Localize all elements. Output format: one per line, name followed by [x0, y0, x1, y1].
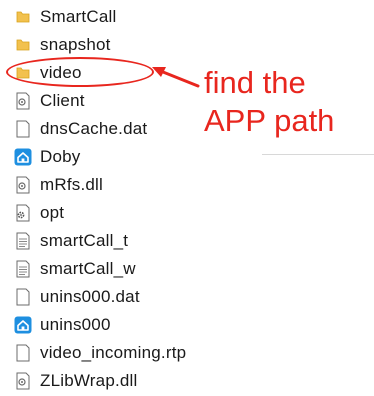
- annotation-line-2: APP path: [204, 103, 335, 138]
- folder-icon: [14, 8, 32, 26]
- file-row-smartcall-w[interactable]: smartCall_w: [14, 256, 136, 282]
- file-name: smartCall_t: [40, 231, 129, 250]
- gear-file-icon: [14, 204, 32, 222]
- file-row-smartcall[interactable]: SmartCall: [14, 4, 116, 30]
- blank-file-icon: [14, 344, 32, 362]
- annotation-text: find the APP path: [204, 64, 374, 140]
- file-name: Client: [40, 91, 85, 110]
- file-name: SmartCall: [40, 7, 117, 26]
- file-name: unins000: [40, 315, 111, 334]
- file-row-dnscache[interactable]: dnsCache.dat: [14, 116, 147, 142]
- settings-file-icon: [14, 372, 32, 390]
- settings-file-icon: [14, 92, 32, 110]
- app-house-icon: [14, 148, 32, 166]
- file-name: snapshot: [40, 35, 111, 54]
- file-row-zlibwrap[interactable]: ZLibWrap.dll: [14, 368, 138, 394]
- blank-file-icon: [14, 120, 32, 138]
- file-row-video[interactable]: video: [14, 60, 82, 86]
- file-row-unins000[interactable]: unins000: [14, 312, 111, 338]
- file-name: video: [40, 63, 82, 82]
- file-name: Doby: [40, 147, 81, 166]
- annotation-line-1: find the: [204, 65, 306, 100]
- file-row-video-incoming[interactable]: video_incoming.rtp: [14, 340, 186, 366]
- folder-icon: [14, 36, 32, 54]
- file-name: smartCall_w: [40, 259, 136, 278]
- arrow-icon: [152, 67, 200, 88]
- text-file-icon: [14, 260, 32, 278]
- file-name: mRfs.dll: [40, 175, 103, 194]
- file-name: video_incoming.rtp: [40, 343, 187, 362]
- file-row-unins000-dat[interactable]: unins000.dat: [14, 284, 140, 310]
- file-row-mrfs[interactable]: mRfs.dll: [14, 172, 103, 198]
- folder-icon: [14, 64, 32, 82]
- blank-file-icon: [14, 288, 32, 306]
- file-name: ZLibWrap.dll: [40, 371, 138, 390]
- file-row-opt[interactable]: opt: [14, 200, 64, 226]
- file-name: opt: [40, 203, 65, 222]
- file-row-snapshot[interactable]: snapshot: [14, 32, 111, 58]
- divider: [262, 154, 374, 155]
- file-row-client[interactable]: Client: [14, 88, 85, 114]
- file-row-doby[interactable]: Doby: [14, 144, 81, 170]
- file-name: unins000.dat: [40, 287, 140, 306]
- settings-file-icon: [14, 176, 32, 194]
- file-name: dnsCache.dat: [40, 119, 148, 138]
- file-row-smartcall-t[interactable]: smartCall_t: [14, 228, 128, 254]
- text-file-icon: [14, 232, 32, 250]
- app-house-icon: [14, 316, 32, 334]
